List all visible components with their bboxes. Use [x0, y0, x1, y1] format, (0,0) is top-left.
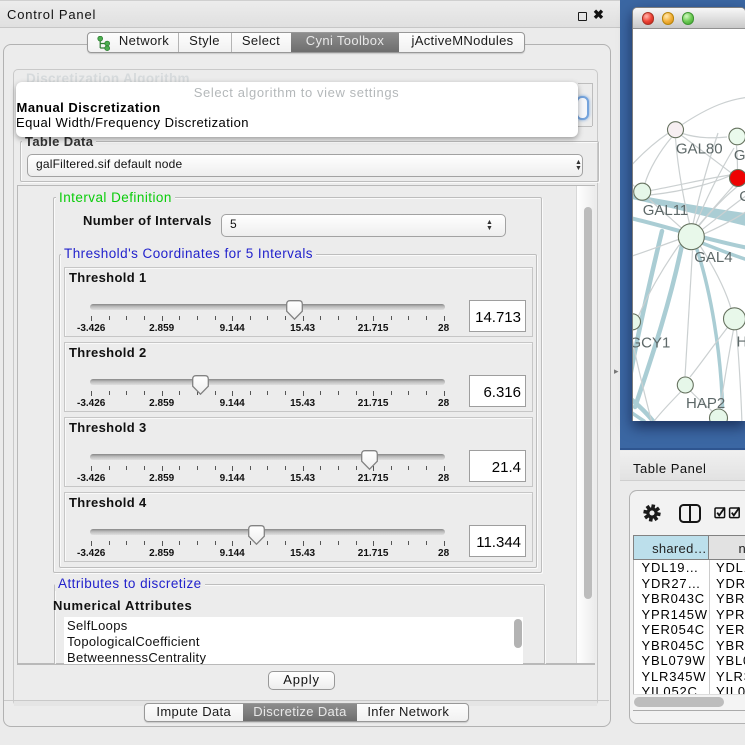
svg-text:H: H: [736, 333, 745, 350]
svg-text:GAL4: GAL4: [694, 249, 732, 266]
svg-text:HAP2: HAP2: [686, 395, 725, 412]
svg-text:GAL11: GAL11: [642, 201, 688, 218]
svg-text:GAL80: GAL80: [675, 140, 722, 157]
svg-text:G.: G.: [733, 147, 745, 164]
svg-text:GCY1: GCY1: [632, 334, 670, 351]
svg-text:C: C: [739, 187, 745, 204]
